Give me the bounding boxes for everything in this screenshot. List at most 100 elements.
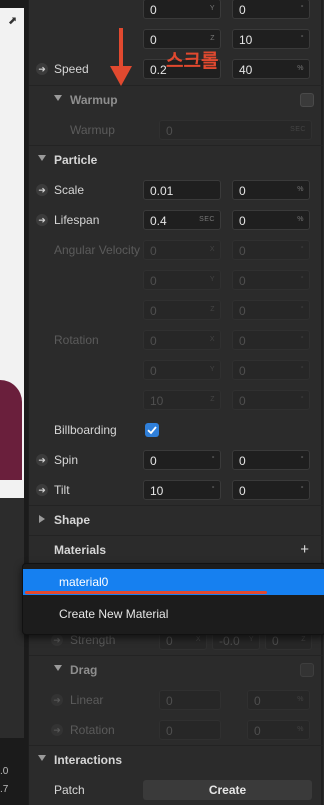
rotation-label: Rotation: [54, 333, 99, 347]
spin-label: Spin: [54, 453, 79, 467]
rotation-row: Rotation 0X 0 °: [29, 325, 323, 355]
add-patch-icon[interactable]: ➜: [36, 63, 48, 75]
patch-row: Patch Create: [29, 775, 323, 805]
particle-title: Particle: [54, 153, 98, 167]
add-patch-icon[interactable]: ➜: [36, 454, 48, 466]
tilt-row: ➜ Tilt 10 ° 0 °: [29, 475, 323, 505]
billboarding-row: Billboarding: [29, 415, 323, 445]
speed-randomness-field[interactable]: 40%: [232, 59, 310, 79]
drag-rotation-randomness-field[interactable]: 0%: [247, 720, 310, 740]
rotation-row: 10 Z 0 °: [29, 385, 323, 415]
linear-label: Linear: [70, 693, 104, 707]
lifespan-label: Lifespan: [54, 213, 100, 227]
warmup-label: Warmup: [70, 123, 115, 137]
value-field[interactable]: 0Z: [143, 300, 221, 320]
checkmark-icon: [147, 426, 157, 435]
patch-label: Patch: [54, 783, 85, 797]
scroll-annotation: 스크롤: [166, 51, 219, 72]
add-patch-icon[interactable]: ➜: [36, 214, 48, 226]
value-field[interactable]: 0 °: [232, 390, 310, 410]
chevron-down-icon[interactable]: [54, 95, 62, 101]
warmup-row: Warmup 0 SEC: [29, 115, 323, 145]
scale-row: ➜ Scale 0.01 0%: [29, 175, 323, 205]
linear-row: ➜ Linear 0 0%: [29, 685, 323, 715]
menu-item-create-new-material[interactable]: Create New Material: [59, 607, 168, 621]
speed-label: Speed: [54, 62, 89, 76]
external-link-icon[interactable]: ⬈: [8, 14, 20, 27]
value-field[interactable]: 0Y: [143, 0, 221, 19]
scene-area: [0, 498, 24, 738]
lifespan-randomness-field[interactable]: 0%: [232, 210, 310, 230]
inspector-panel: 0Y 0 ° 0Z 10 ° ➜ Speed 0.2 40% Warmup Warm…: [22, 0, 324, 805]
coordinate-readout: .0: [0, 766, 9, 777]
spin-field[interactable]: 0 °: [143, 450, 221, 470]
drag-rotation-label: Rotation: [70, 723, 115, 737]
scroll-arrow: [119, 28, 123, 68]
value-field[interactable]: 0Y: [143, 270, 221, 290]
warmup-header[interactable]: Warmup: [29, 85, 323, 115]
material-dropdown-menu: material0 Create New Material: [22, 563, 324, 635]
drag-rotation-field[interactable]: 0: [159, 720, 221, 740]
angular-velocity-label: Angular Velocity: [54, 243, 141, 257]
value-field[interactable]: 0Y: [143, 360, 221, 380]
angular-velocity-row: Angular Velocity 0X 0 °: [29, 235, 323, 265]
shape-header[interactable]: Shape: [29, 505, 323, 535]
billboarding-label: Billboarding: [54, 423, 117, 437]
position-row: 0Y 0 °: [29, 0, 323, 24]
chevron-down-icon[interactable]: [38, 155, 46, 161]
linear-field[interactable]: 0: [159, 690, 221, 710]
chevron-down-icon[interactable]: [54, 665, 62, 671]
value-field[interactable]: 0 °: [232, 330, 310, 350]
lifespan-field[interactable]: 0.4 SEC: [143, 210, 221, 230]
add-material-button[interactable]: +: [300, 541, 309, 558]
add-patch-icon[interactable]: ➜: [51, 724, 63, 736]
value-field[interactable]: 0 °: [232, 360, 310, 380]
materials-title: Materials: [54, 543, 107, 557]
value-field[interactable]: 0 °: [232, 300, 310, 320]
chevron-right-icon[interactable]: [39, 515, 45, 523]
value-field[interactable]: 0 °: [232, 270, 310, 290]
value-field[interactable]: 0 °: [232, 0, 310, 19]
drag-rotation-row: ➜ Rotation 0 0%: [29, 715, 323, 745]
scroll-arrow-head: [110, 66, 132, 86]
linear-randomness-field[interactable]: 0%: [247, 690, 310, 710]
drag-title: Drag: [70, 663, 98, 677]
rotation-row: 0Y 0 °: [29, 355, 323, 385]
preview-image: [0, 380, 22, 480]
value-field[interactable]: 0X: [143, 240, 221, 260]
warmup-checkbox[interactable]: [300, 93, 314, 107]
highlight-underline: [25, 591, 267, 594]
tilt-field[interactable]: 10 °: [143, 480, 221, 500]
tilt-randomness-field[interactable]: 0 °: [232, 480, 310, 500]
drag-header[interactable]: Drag: [29, 655, 323, 685]
tilt-label: Tilt: [54, 483, 70, 497]
add-patch-icon[interactable]: ➜: [36, 484, 48, 496]
add-patch-icon[interactable]: ➜: [51, 694, 63, 706]
drag-checkbox[interactable]: [300, 663, 314, 677]
viewport-pane: ⬈ .0 .7: [0, 0, 28, 805]
warmup-title: Warmup: [70, 93, 118, 107]
value-field[interactable]: 10 Z: [143, 390, 221, 410]
angular-velocity-row: 0Z 0 °: [29, 295, 323, 325]
value-field[interactable]: 10 °: [232, 29, 310, 49]
scale-label: Scale: [54, 183, 85, 197]
value-field[interactable]: 0 °: [232, 240, 310, 260]
interactions-header[interactable]: Interactions: [29, 745, 323, 775]
scale-field[interactable]: 0.01: [143, 180, 221, 200]
create-patch-button[interactable]: Create: [143, 780, 312, 800]
add-patch-icon[interactable]: ➜: [51, 634, 63, 646]
materials-header: Materials +: [29, 535, 323, 565]
billboarding-checkbox[interactable]: [145, 423, 159, 437]
shape-title: Shape: [54, 513, 91, 527]
warmup-field[interactable]: 0 SEC: [159, 120, 312, 140]
angular-velocity-row: 0Y 0 °: [29, 265, 323, 295]
spin-randomness-field[interactable]: 0 °: [232, 450, 310, 470]
value-field[interactable]: 0X: [143, 330, 221, 350]
scale-randomness-field[interactable]: 0%: [232, 180, 310, 200]
coordinate-readout: .7: [0, 784, 9, 795]
chevron-down-icon[interactable]: [38, 755, 46, 761]
add-patch-icon[interactable]: ➜: [36, 184, 48, 196]
strength-label: Strength: [70, 633, 116, 647]
particle-header[interactable]: Particle: [29, 145, 323, 175]
lifespan-row: ➜ Lifespan 0.4 SEC 0%: [29, 205, 323, 235]
